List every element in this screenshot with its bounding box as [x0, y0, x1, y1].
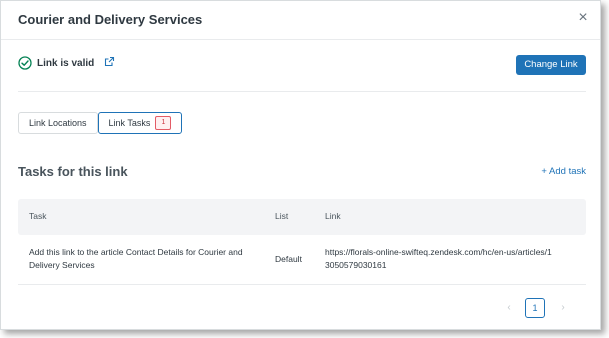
page-number-button[interactable]: 1 — [525, 298, 545, 318]
tab-label: Link Tasks — [108, 118, 151, 128]
header-task: Task — [29, 211, 47, 221]
add-task-link[interactable]: + Add task — [541, 166, 586, 177]
check-circle-icon — [18, 56, 32, 70]
dialog-header: Courier and Delivery Services × — [1, 1, 600, 40]
chevron-left-icon[interactable]: ‹ — [503, 302, 515, 316]
tab-label: Link Locations — [29, 118, 87, 128]
tasks-table: Task List Link Add this link to the arti… — [18, 199, 586, 285]
table-row: Add this link to the article Contact Det… — [18, 235, 586, 285]
change-link-button[interactable]: Change Link — [516, 55, 586, 75]
status-text: Link is valid — [37, 57, 95, 69]
list-cell: Default — [275, 254, 302, 264]
table-header: Task List Link — [18, 199, 586, 235]
header-link: Link — [325, 211, 341, 221]
external-link-icon[interactable] — [104, 54, 115, 72]
tab-link-locations[interactable]: Link Locations — [18, 112, 98, 134]
dialog-title: Courier and Delivery Services — [18, 12, 203, 27]
close-icon[interactable]: × — [576, 10, 590, 26]
pagination: ‹ 1 › — [1, 298, 600, 322]
tab-link-tasks[interactable]: Link Tasks 1 — [97, 112, 183, 134]
task-count-badge: 1 — [155, 116, 172, 130]
header-list: List — [275, 211, 289, 221]
divider — [18, 91, 586, 92]
link-status: Link is valid — [18, 53, 115, 73]
chevron-right-icon[interactable]: › — [557, 302, 569, 316]
task-cell: Add this link to the article Contact Det… — [29, 247, 243, 270]
link-cell[interactable]: https://florals-online-swifteq.zendesk.c… — [325, 246, 555, 272]
tab-list: Link Locations Link Tasks 1 — [18, 112, 183, 134]
section-title: Tasks for this link — [18, 164, 128, 179]
link-dialog: Courier and Delivery Services × Link is … — [0, 0, 601, 330]
